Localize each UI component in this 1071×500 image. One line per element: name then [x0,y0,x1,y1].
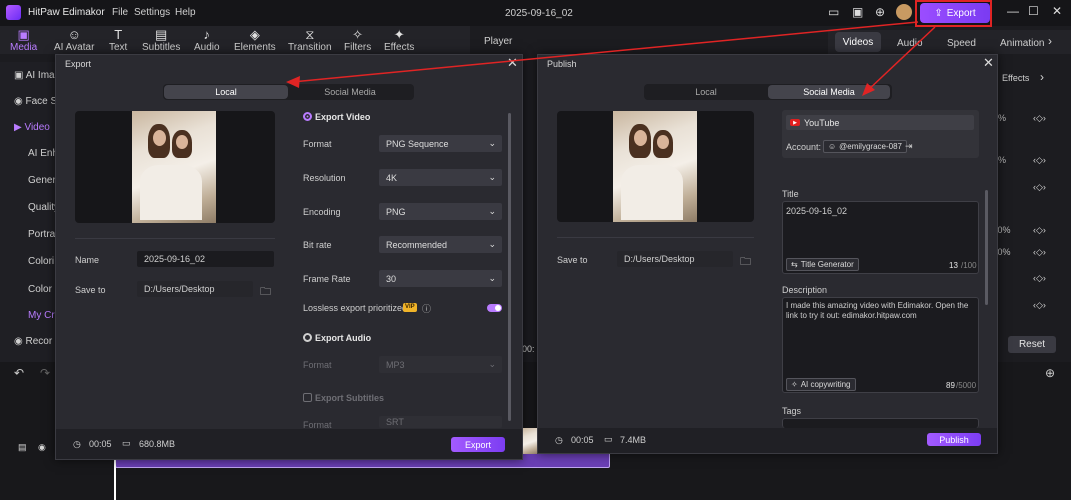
arrow-to-social [865,26,936,93]
app-window: HitPaw Edimakor File Settings Help 2025-… [0,0,1071,500]
annotation-arrows [286,21,936,96]
arrow-to-export [291,21,919,83]
arrow-head [286,76,300,88]
